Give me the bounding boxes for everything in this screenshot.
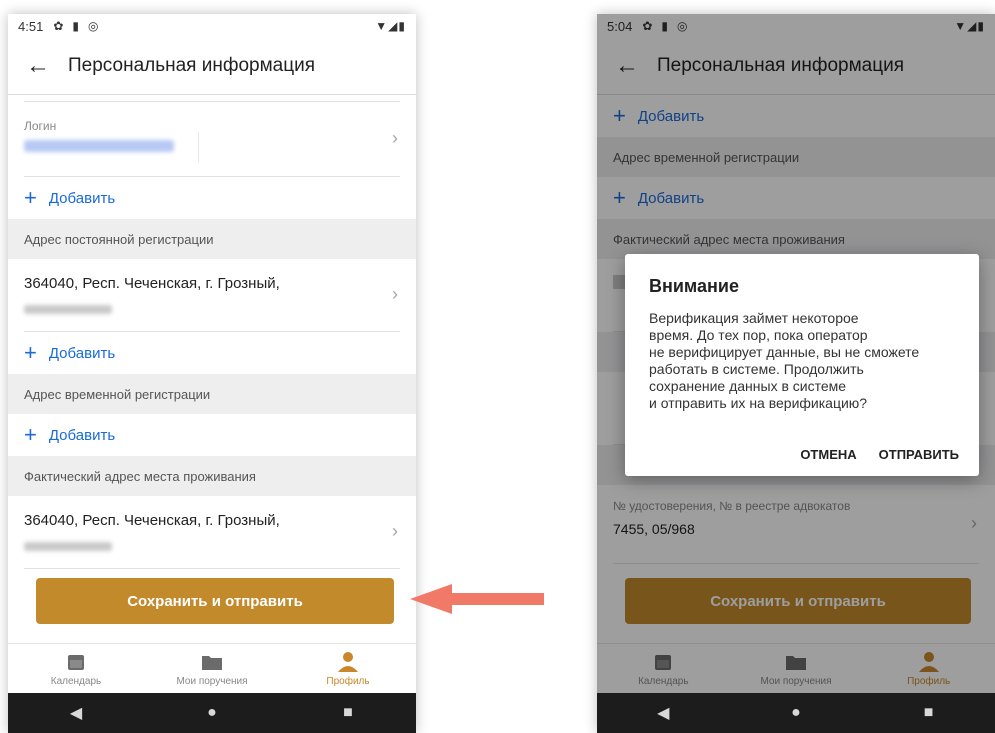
- scroll-content[interactable]: Логин › + Добавить Адрес постоянной реги…: [8, 95, 416, 572]
- nav-tasks[interactable]: Мои поручения: [144, 644, 280, 694]
- page-title: Персональная информация: [68, 55, 316, 76]
- back-triangle-icon[interactable]: ◀: [643, 703, 683, 723]
- calendar-icon: [67, 651, 85, 673]
- chevron-right-icon: ›: [392, 128, 398, 148]
- plus-icon: +: [24, 422, 37, 447]
- nav-label: Календарь: [50, 676, 102, 687]
- system-navigation-bar: ◀ ● ■: [597, 693, 995, 733]
- signal-battery-icon: ▼◢▮: [375, 19, 406, 33]
- recents-square-icon[interactable]: ■: [909, 704, 949, 722]
- plus-icon: +: [24, 185, 37, 210]
- dialog-line: не верифицирует данные, вы не сможете: [649, 344, 920, 360]
- add-label: Добавить: [48, 344, 116, 362]
- login-field[interactable]: Логин ›: [24, 102, 400, 177]
- field-divider: [198, 132, 199, 162]
- bottom-action-area: Сохранить и отправить: [8, 572, 416, 654]
- cancel-button[interactable]: ОТМЕНА: [800, 447, 856, 462]
- section-header-permanent: Адрес постоянной регистрации: [8, 219, 416, 259]
- person-icon: [337, 651, 359, 673]
- add-button-login[interactable]: + Добавить: [8, 177, 416, 219]
- recents-square-icon[interactable]: ■: [328, 704, 368, 722]
- dialog-line: Верификация займет некоторое: [649, 310, 859, 326]
- nav-label: Профиль: [326, 676, 370, 687]
- address-second-line-blurred: [24, 542, 112, 551]
- dialog-line: время. До тех пор, пока оператор: [649, 327, 868, 343]
- home-circle-icon[interactable]: ●: [776, 704, 816, 722]
- nav-calendar[interactable]: Календарь: [8, 644, 144, 694]
- divider: [24, 95, 400, 102]
- address-second-line-blurred: [24, 305, 112, 314]
- add-label: Добавить: [48, 426, 116, 444]
- section-header-actual: Фактический адрес места проживания: [8, 456, 416, 496]
- confirmation-dialog: Внимание Верификация займет некоторое вр…: [625, 254, 979, 476]
- dialog-message: Верификация займет некоторое время. До т…: [649, 310, 959, 412]
- send-button[interactable]: ОТПРАВИТЬ: [879, 447, 959, 462]
- status-bar: 4:51 ✿ ▮ ◎ ▼◢▮: [8, 14, 416, 38]
- actual-address-field[interactable]: 364040, Респ. Чеченская, г. Грозный, ›: [24, 496, 400, 569]
- right-phone-screen: 5:04 ✿ ▮ ◎ ▼◢▮ ← Персональная информация…: [597, 14, 995, 733]
- dialog-line: сохранение данных в системе: [649, 378, 847, 394]
- dialog-line: и отправить их на верификацию?: [649, 395, 868, 411]
- pointer-arrow-icon: [410, 584, 544, 614]
- sync-status-icon: ◎: [87, 19, 99, 33]
- home-circle-icon[interactable]: ●: [192, 704, 232, 722]
- folder-icon: [201, 651, 223, 673]
- add-label: Добавить: [48, 189, 116, 207]
- dialog-title: Внимание: [649, 276, 739, 296]
- system-navigation-bar: ◀ ● ■: [8, 693, 416, 733]
- address-line: 364040, Респ. Чеченская, г. Грозный,: [24, 512, 280, 529]
- add-button-permanent[interactable]: + Добавить: [8, 332, 416, 374]
- back-triangle-icon[interactable]: ◀: [56, 703, 96, 723]
- sd-card-status-icon: ▮: [72, 19, 79, 33]
- app-bar: ← Персональная информация: [8, 38, 416, 95]
- settings-status-icon: ✿: [53, 19, 64, 33]
- nav-label: Мои поручения: [176, 676, 248, 687]
- login-value-blurred: [24, 140, 174, 152]
- chevron-right-icon: ›: [392, 284, 398, 304]
- chevron-right-icon: ›: [392, 521, 398, 541]
- add-button-temporary[interactable]: + Добавить: [8, 414, 416, 456]
- section-header-temporary: Адрес временной регистрации: [8, 374, 416, 414]
- address-line: 364040, Респ. Чеченская, г. Грозный,: [24, 275, 280, 292]
- dialog-actions: ОТМЕНА ОТПРАВИТЬ: [800, 447, 959, 462]
- login-label: Логин: [24, 119, 57, 133]
- nav-profile[interactable]: Профиль: [280, 644, 416, 694]
- dialog-line: работать в системе. Продолжить: [649, 361, 864, 377]
- back-arrow-icon[interactable]: ←: [14, 52, 62, 80]
- save-and-send-button[interactable]: Сохранить и отправить: [36, 578, 394, 624]
- left-phone-screen: 4:51 ✿ ▮ ◎ ▼◢▮ ← Персональная информация…: [8, 14, 416, 733]
- plus-icon: +: [24, 340, 37, 365]
- bottom-navigation: Календарь Мои поручения Профиль: [8, 643, 416, 694]
- permanent-address-field[interactable]: 364040, Респ. Чеченская, г. Грозный, ›: [24, 259, 400, 332]
- status-time: 4:51: [18, 18, 44, 34]
